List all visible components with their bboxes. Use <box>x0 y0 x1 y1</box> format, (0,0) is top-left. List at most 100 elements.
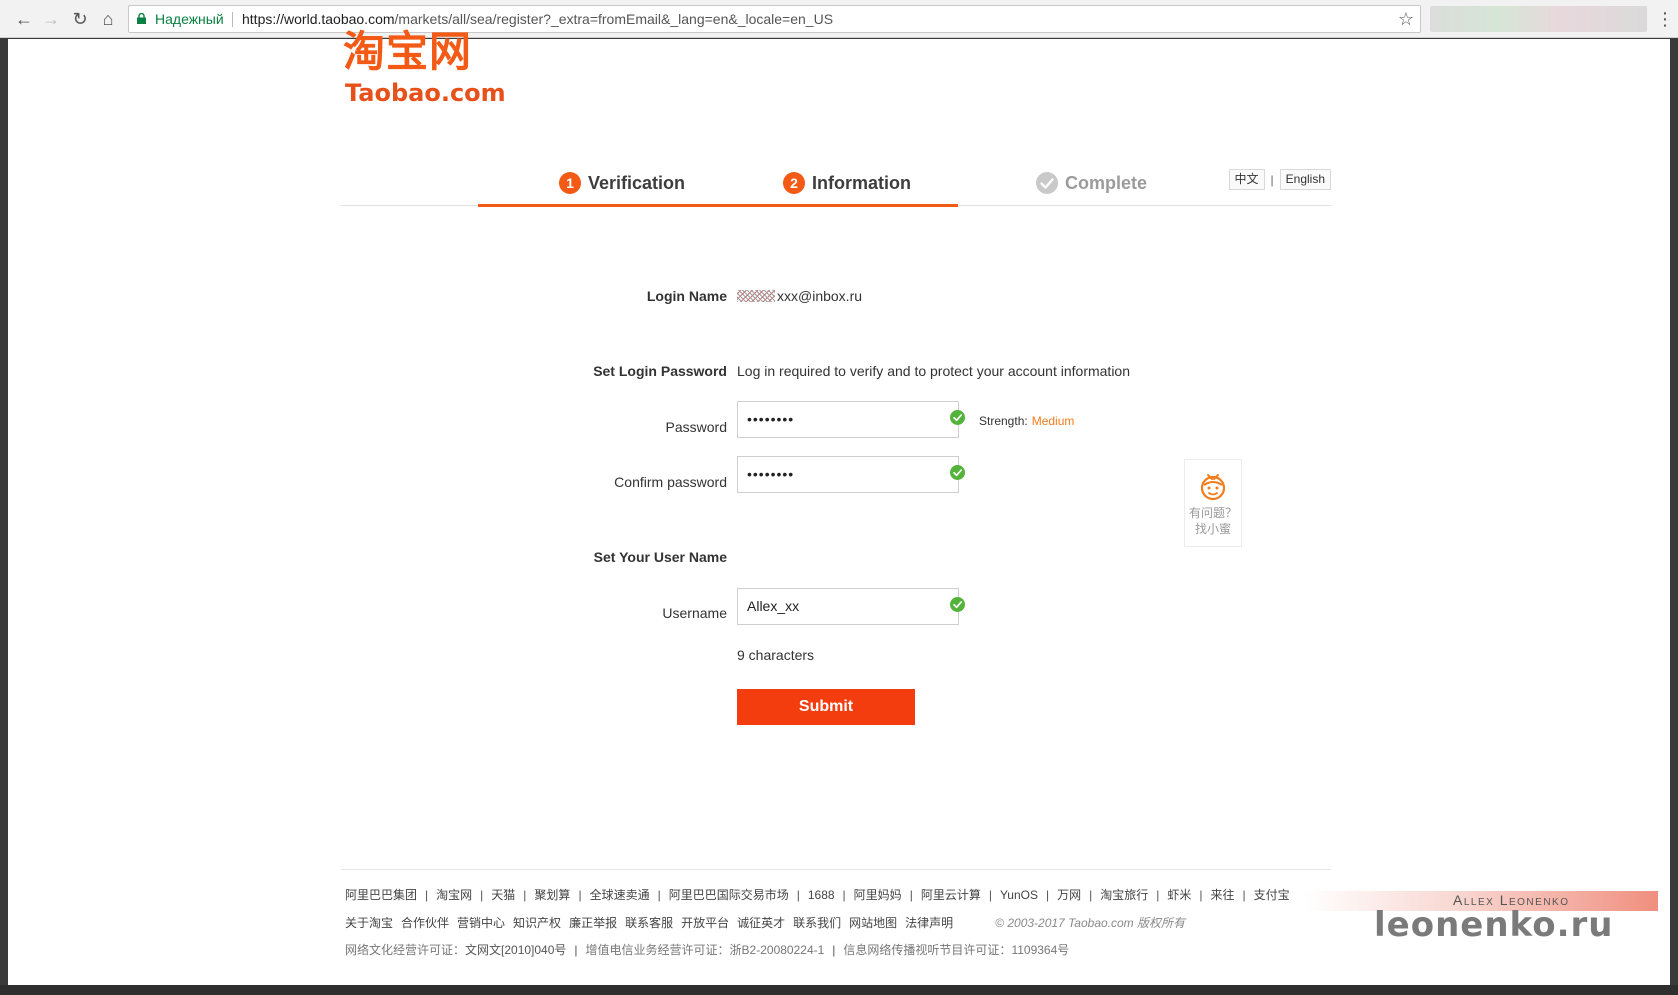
lang-chinese-button[interactable]: 中文 <box>1228 169 1265 190</box>
footer-group-link[interactable]: 阿里巴巴集团 <box>345 886 417 903</box>
footer-group-link[interactable]: 阿里巴巴国际交易市场 <box>669 886 789 903</box>
step-information: 2 Information <box>783 170 911 196</box>
footer-separator: | <box>657 887 661 902</box>
license-b-value: 浙B2-20080224-1 <box>729 943 825 957</box>
footer-group-link[interactable]: 支付宝 <box>1254 886 1290 903</box>
footer-separator: | <box>988 887 992 902</box>
footer-group-link[interactable]: 淘宝旅行 <box>1100 886 1148 903</box>
set-password-note: Log in required to verify and to protect… <box>737 363 1130 379</box>
confirm-password-input[interactable]: •••••••• <box>737 456 959 493</box>
footer-separator: | <box>1242 887 1246 902</box>
back-arrow-icon[interactable]: ← <box>14 9 34 29</box>
help-widget[interactable]: 有问题？ 找小蜜 <box>1184 459 1242 547</box>
footer-info-link[interactable]: 知识产权 <box>513 914 561 931</box>
check-circle-icon <box>1036 172 1058 194</box>
footer-info-link[interactable]: 诚征英才 <box>737 914 785 931</box>
assistant-face-icon <box>1200 474 1226 501</box>
footer-group-link[interactable]: 万网 <box>1057 886 1081 903</box>
footer-separator: | <box>1199 887 1203 902</box>
license-c-value: 1109364号 <box>1011 943 1070 957</box>
username-ok-icon <box>950 597 965 612</box>
footer-group-link[interactable]: 虾米 <box>1167 886 1191 903</box>
footer-info-link[interactable]: 法律声明 <box>905 914 953 931</box>
footer-copyright: © 2003-2017 Taobao.com 版权所有 <box>995 916 1186 930</box>
footer-separator: | <box>480 887 484 902</box>
address-bar[interactable]: Надежный https://world.taobao.com/market… <box>128 5 1421 33</box>
footer-separator: | <box>909 887 913 902</box>
set-password-label: Set Login Password <box>593 363 727 379</box>
footer-group-link[interactable]: 阿里妈妈 <box>854 886 902 903</box>
footer-info-link[interactable]: 营销中心 <box>457 914 505 931</box>
footer-license-row: 网络文化经营许可证： 文网文[2010]040号 | 增值电信业务经营许可证： … <box>345 941 1069 958</box>
step-number: 1 <box>559 172 581 194</box>
footer-separator: | <box>842 887 846 902</box>
footer-info-link[interactable]: 网站地图 <box>849 914 897 931</box>
taobao-logo[interactable]: 淘宝网 Taobao.com <box>343 26 506 126</box>
blurred-extensions <box>1430 6 1647 32</box>
username-label: Username <box>662 605 727 621</box>
footer-separator: | <box>578 887 582 902</box>
footer-separator: | <box>832 942 836 957</box>
watermark-site: leonenko.ru <box>1374 905 1614 945</box>
taskbar-edge <box>0 985 1678 995</box>
license-c-label: 信息网络传播视听节目许可证： <box>843 943 1012 957</box>
url-path: /markets/all/sea/register?_extra=fromEma… <box>394 11 834 27</box>
footer-info-link[interactable]: 开放平台 <box>681 914 729 931</box>
lang-separator: | <box>1270 172 1274 187</box>
lock-icon <box>137 13 146 24</box>
redacted-mark <box>737 290 775 302</box>
lang-english-button[interactable]: English <box>1279 169 1331 190</box>
bookmark-star-icon[interactable]: ☆ <box>1398 6 1414 32</box>
footer-info-link[interactable]: 合作伙伴 <box>401 914 449 931</box>
footer-group-link[interactable]: 聚划算 <box>534 886 570 903</box>
help-line-2: 找小蜜 <box>1194 522 1231 536</box>
footer-group-link[interactable]: 天猫 <box>491 886 515 903</box>
footer-separator: | <box>425 887 429 902</box>
footer-separator: | <box>796 887 800 902</box>
language-switch: 中文 | English <box>1228 169 1331 190</box>
home-icon[interactable]: ⌂ <box>98 9 118 29</box>
confirm-password-label: Confirm password <box>614 474 727 490</box>
footer-links-row-2: 关于淘宝 合作伙伴 营销中心 知识产权 廉正举报 联系客服 开放平台 诚征英才 联系我们 网站地图… <box>345 914 1185 931</box>
footer-separator: | <box>523 887 527 902</box>
step-verification: 1 Verification <box>559 170 685 196</box>
confirm-ok-icon <box>950 465 965 480</box>
footer-separator: | <box>1089 887 1093 902</box>
footer-info-link[interactable]: 联系我们 <box>793 914 841 931</box>
footer-separator: | <box>574 942 578 957</box>
password-input[interactable]: •••••••• <box>737 401 959 438</box>
logo-english: Taobao.com <box>345 79 506 107</box>
footer-group-link[interactable]: 全球速卖通 <box>590 886 650 903</box>
browser-toolbar: ← → ↻ ⌂ Надежный https://world.taobao.co… <box>0 0 1678 38</box>
license-a-value[interactable]: 文网文[2010]040号 <box>465 941 566 958</box>
footer-group-link[interactable]: 淘宝网 <box>436 886 472 903</box>
strength-label: Strength: <box>979 414 1028 428</box>
password-strength: Strength: Medium <box>979 414 1074 428</box>
reload-icon[interactable]: ↻ <box>70 9 90 29</box>
footer-group-link[interactable]: 1688 <box>808 888 835 902</box>
footer-links-row-1: 阿里巴巴集团 | 淘宝网 | 天猫 | 聚划算 | 全球速卖通 | 阿里巴巴国际交易市场 | 1688 |… <box>345 886 1290 903</box>
footer-info-link[interactable]: 关于淘宝 <box>345 914 393 931</box>
footer-group-link[interactable]: 来往 <box>1211 886 1235 903</box>
steps-progress-bar <box>478 204 958 207</box>
url-text[interactable]: https://world.taobao.com/markets/all/sea… <box>242 6 833 32</box>
footer-divider <box>341 869 1331 870</box>
step-number: 2 <box>783 172 805 194</box>
step-label: Complete <box>1065 172 1148 193</box>
username-char-count: 9 characters <box>737 647 815 663</box>
license-b-label: 增值电信业务经营许可证： <box>585 943 730 957</box>
footer-separator: | <box>1045 887 1050 902</box>
browser-menu-icon[interactable]: ⋮ <box>1656 9 1674 29</box>
step-complete: Complete <box>1035 170 1147 196</box>
footer-info-link[interactable]: 廉正举报 <box>569 914 617 931</box>
footer-group-link[interactable]: YunOS <box>1000 888 1038 902</box>
footer-info-link[interactable]: 联系客服 <box>625 914 673 931</box>
step-label: Information <box>812 172 911 193</box>
submit-button[interactable]: Submit <box>737 689 915 725</box>
license-a-label: 网络文化经营许可证： <box>345 943 466 957</box>
username-input[interactable]: Allex_xx <box>737 588 959 625</box>
logo-chinese: 淘宝网 <box>343 27 473 76</box>
footer-group-link[interactable]: 阿里云计算 <box>921 886 981 903</box>
set-username-label: Set Your User Name <box>593 549 727 565</box>
forward-arrow-icon[interactable]: → <box>41 9 61 29</box>
